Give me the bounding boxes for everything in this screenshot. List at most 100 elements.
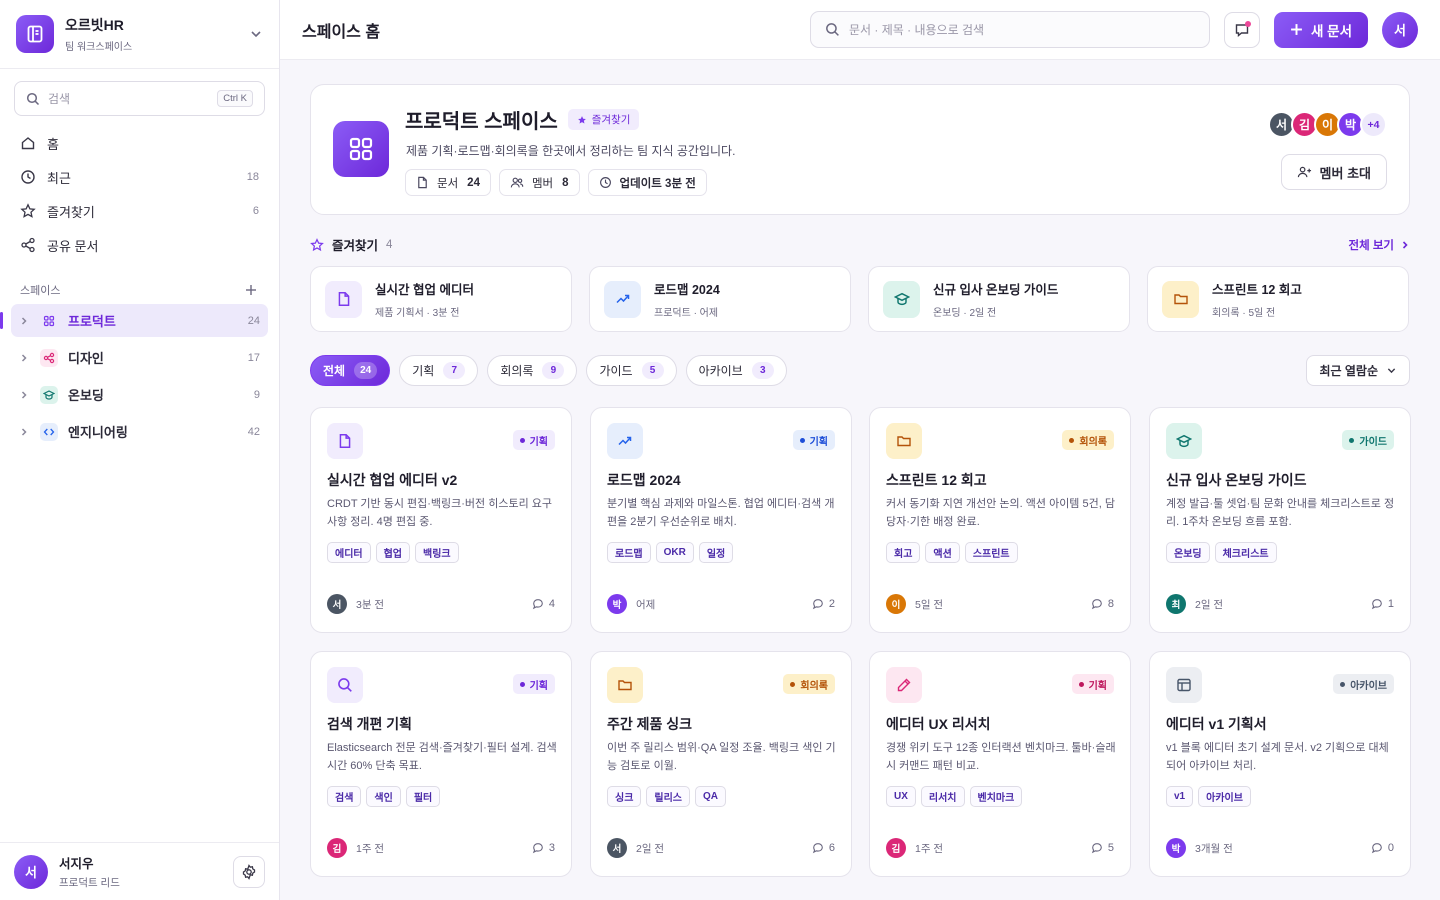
filter-tab[interactable]: 회의록 9 [487, 355, 578, 386]
category-badge: 기획 [512, 674, 555, 694]
add-space-icon[interactable] [245, 284, 257, 296]
chevron-right-icon [1400, 240, 1410, 250]
user-avatar-button[interactable]: 서 [1382, 11, 1418, 48]
document-description: 경쟁 위키 도구 12종 인터랙션 벤치마크. 툴바·슬래시 커맨드 패턴 비교… [886, 742, 1116, 772]
chevron-right-icon[interactable] [19, 353, 31, 363]
tag[interactable]: 백링크 [415, 542, 459, 563]
chevron-down-icon [249, 27, 263, 41]
comment-count[interactable]: 4 [532, 598, 555, 610]
view-all-link[interactable]: 전체 보기 [1348, 237, 1410, 253]
global-search-input[interactable]: 문서 · 제목 · 내용으로 검색 [809, 11, 1210, 48]
tag[interactable]: 색인 [366, 786, 401, 807]
tag[interactable]: OKR [655, 542, 694, 563]
tag[interactable]: v1 [1166, 786, 1194, 807]
stat-label: 멤버 [531, 177, 554, 190]
filter-tab[interactable]: 전체 24 [310, 355, 391, 386]
main-content: 프로덕트 스페이스 즐겨찾기 제품 기획·로드맵·회의록을 한곳에서 정리하는 … [280, 60, 1440, 900]
favorite-card[interactable]: 스프린트 12 회고 회의록 · 5일 전 [1147, 266, 1409, 332]
favorite-card[interactable]: 로드맵 2024 프로덕트 · 어제 [589, 266, 851, 332]
invite-member-button[interactable]: 멤버 초대 [1280, 154, 1387, 190]
sidebar: 오르빗HR 팀 워크스페이스 검색 Ctrl K 홈 최근 18 즐겨찾기 6 … [0, 0, 280, 900]
sidebar-space-design[interactable]: 디자인 17 [11, 341, 268, 374]
chevron-right-icon[interactable] [19, 390, 31, 400]
document-card[interactable]: 기획 에디터 UX 리서치 경쟁 위키 도구 12종 인터랙션 벤치마크. 툴바… [869, 651, 1131, 877]
chevron-right-icon[interactable] [19, 316, 31, 326]
document-card[interactable]: 기획 검색 개편 기획 Elasticsearch 전문 검색·즐겨찾기·필터 … [310, 651, 572, 877]
tag[interactable]: 협업 [375, 542, 411, 563]
tag[interactable]: 온보딩 [1166, 542, 1210, 563]
document-description: 커서 동기화 지연 개선안 논의. 액션 아이템 5건, 담당자·기한 배정 완… [886, 498, 1115, 528]
tag[interactable]: 필터 [405, 786, 441, 807]
category-label: 회의록 [1079, 436, 1107, 448]
filter-tab[interactable]: 아카이브 3 [685, 355, 787, 386]
favorite-card[interactable]: 신규 입사 온보딩 가이드 온보딩 · 2일 전 [868, 266, 1130, 332]
sidebar-space-product[interactable]: 프로덕트 24 [0, 304, 268, 337]
sort-label: 최근 열람순 [1319, 364, 1378, 378]
document-card[interactable]: 회의록 스프린트 12 회고 커서 동기화 지연 개선안 논의. 액션 아이템 … [869, 407, 1131, 633]
document-card[interactable]: 회의록 주간 제품 싱크 이번 주 릴리스 범위·QA 일정 조율. 백링크 색… [590, 651, 852, 877]
nav-item-shared[interactable]: 공유 문서 [0, 228, 279, 262]
chevron-right-icon[interactable] [19, 427, 31, 437]
workspace-switcher[interactable]: 오르빗HR 팀 워크스페이스 [0, 0, 279, 69]
nav-item-home[interactable]: 홈 [0, 126, 279, 160]
tag[interactable]: 아카이브 [1198, 786, 1251, 807]
filter-tab[interactable]: 기획 7 [399, 355, 479, 386]
member-avatars[interactable]: 서 김 이 박 +4 [1268, 111, 1387, 138]
tag[interactable]: 벤치마크 [969, 786, 1023, 807]
folder-icon [1162, 280, 1199, 318]
sidebar-space-onboarding[interactable]: 온보딩 9 [11, 378, 268, 411]
favorite-toggle[interactable]: 즐겨찾기 [567, 109, 640, 130]
tag[interactable]: UX [886, 786, 916, 807]
tag[interactable]: 스프린트 [964, 542, 1018, 563]
updated-time: 1주 전 [356, 842, 385, 855]
document-card[interactable]: 기획 로드맵 2024 분기별 핵심 과제와 마일스톤. 협업 에디터·검색 개… [590, 407, 852, 633]
tag[interactable]: 일정 [698, 542, 734, 563]
comment-count[interactable]: 3 [532, 842, 555, 854]
tag[interactable]: 회고 [886, 542, 921, 563]
nav-item-label: 최근 [47, 170, 71, 186]
sidebar-space-engineering[interactable]: 엔지니어링 42 [11, 415, 268, 448]
tag[interactable]: 에디터 [327, 542, 371, 563]
comment-count[interactable]: 8 [1091, 598, 1114, 610]
favorite-card[interactable]: 실시간 협업 에디터 제품 기획서 · 3분 전 [310, 266, 572, 332]
document-card[interactable]: 아카이브 에디터 v1 기획서 v1 블록 에디터 초기 설계 문서. v2 기… [1149, 651, 1411, 877]
user-profile[interactable]: 서 서지우 프로덕트 리드 [0, 842, 279, 900]
document-icon [416, 176, 429, 189]
nav-item-recent[interactable]: 최근 18 [0, 160, 279, 194]
category-label: 기획 [529, 680, 548, 692]
comment-count[interactable]: 6 [812, 842, 835, 854]
layout-icon [1166, 667, 1202, 703]
space-count: 17 [247, 351, 260, 364]
tag[interactable]: 체크리스트 [1214, 542, 1277, 563]
comment-icon [1371, 598, 1383, 610]
comment-count-value: 5 [1107, 842, 1114, 854]
settings-button[interactable] [233, 855, 265, 888]
tag[interactable]: 로드맵 [607, 542, 651, 563]
tag[interactable]: QA [695, 786, 727, 807]
comment-count[interactable]: 5 [1091, 842, 1114, 854]
tag[interactable]: 싱크 [607, 786, 642, 807]
tag[interactable]: 리서치 [920, 786, 965, 807]
comment-count[interactable]: 0 [1371, 842, 1394, 854]
document-card[interactable]: 가이드 신규 입사 온보딩 가이드 계정 발급·툴 셋업·팀 문화 안내를 체크… [1149, 407, 1411, 633]
comment-count[interactable]: 2 [812, 598, 835, 610]
sort-dropdown[interactable]: 최근 열람순 [1306, 355, 1410, 386]
tag[interactable]: 액션 [925, 542, 960, 563]
tag[interactable]: 검색 [327, 786, 362, 807]
document-card[interactable]: 기획 실시간 협업 에디터 v2 CRDT 기반 동시 편집·백링크·버전 히스… [310, 407, 572, 633]
sidebar-search-input[interactable]: 검색 Ctrl K [14, 81, 265, 116]
category-label: 기획 [1088, 680, 1107, 692]
updated-time: 어제 [636, 598, 656, 611]
document-description: Elasticsearch 전문 검색·즐겨찾기·필터 설계. 검색 시간 60… [327, 742, 557, 772]
page-title: 스페이스 홈 [302, 23, 381, 41]
messages-button[interactable] [1223, 11, 1260, 48]
gear-icon [241, 863, 257, 880]
global-search-placeholder: 문서 · 제목 · 내용으로 검색 [848, 23, 985, 37]
card-footer: 김 1주 전 3 [327, 838, 555, 858]
nav-item-favorites[interactable]: 즐겨찾기 6 [0, 194, 279, 228]
comment-icon [1371, 842, 1383, 854]
new-document-button[interactable]: 새 문서 [1273, 11, 1368, 48]
tag[interactable]: 릴리스 [646, 786, 691, 807]
filter-tab[interactable]: 가이드 5 [586, 355, 677, 386]
comment-count[interactable]: 1 [1371, 598, 1394, 610]
